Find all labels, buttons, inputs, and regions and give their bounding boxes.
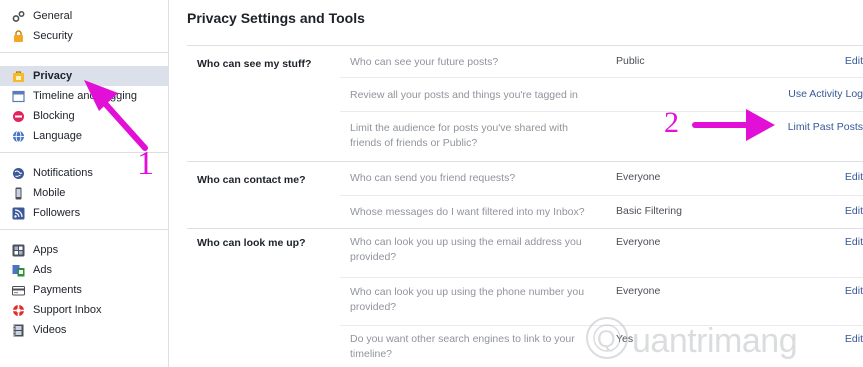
edit-link[interactable]: Edit <box>845 205 863 217</box>
settings-row[interactable]: Who can see your future posts? Public Ed… <box>340 46 863 77</box>
row-question: Limit the audience for posts you've shar… <box>350 122 568 149</box>
privacy-lock-icon <box>12 70 25 83</box>
section-label: Who can look me up? <box>197 237 306 249</box>
sidebar-item-mobile[interactable]: Mobile <box>0 183 168 203</box>
sidebar-group-apps: Apps Ads Payments Support Inbox Videos <box>0 230 168 346</box>
settings-row[interactable]: Who can send you friend requests? Everyo… <box>340 162 863 195</box>
section-label: Who can contact me? <box>197 174 306 186</box>
limit-past-posts-link[interactable]: Limit Past Posts <box>788 121 863 133</box>
sidebar-item-label: Security <box>33 30 73 42</box>
settings-row[interactable]: Who can look you up using the email addr… <box>340 229 863 277</box>
edit-link[interactable]: Edit <box>845 171 863 183</box>
film-icon <box>12 324 25 337</box>
watermark-text: uantrimang <box>632 322 797 360</box>
sidebar-group-privacy: Privacy Timeline and Tagging Blocking La… <box>0 53 168 153</box>
edit-link[interactable]: Edit <box>845 285 863 297</box>
section-label: Who can see my stuff? <box>197 58 312 70</box>
sidebar-item-support-inbox[interactable]: Support Inbox <box>0 300 168 320</box>
sidebar-item-label: General <box>33 10 73 22</box>
sidebar-item-label: Blocking <box>33 110 75 122</box>
watermark: Q uantrimang <box>580 300 863 367</box>
settings-row[interactable]: Review all your posts and things you're … <box>340 77 863 111</box>
watermark-mark: Q <box>597 326 616 353</box>
globe-notification-icon <box>12 167 25 180</box>
sidebar-item-privacy[interactable]: Privacy <box>0 66 168 86</box>
sidebar-item-label: Apps <box>33 244 59 256</box>
sidebar-item-blocking[interactable]: Blocking <box>0 106 168 126</box>
sidebar-item-label: Videos <box>33 324 67 336</box>
row-question: Who can see your future posts? <box>350 56 499 68</box>
block-icon <box>12 110 25 123</box>
timeline-icon <box>12 90 25 103</box>
sidebar-item-label: Notifications <box>33 167 93 179</box>
row-value: Everyone <box>616 171 661 183</box>
lifebuoy-icon <box>12 304 25 317</box>
settings-row[interactable]: Limit the audience for posts you've shar… <box>340 111 863 162</box>
page-title: Privacy Settings and Tools <box>187 10 365 26</box>
sidebar-item-apps[interactable]: Apps <box>0 240 168 260</box>
annotation-number-2: 2 <box>664 106 679 139</box>
sidebar-group-account: General Security <box>0 0 168 53</box>
row-value: Everyone <box>616 285 661 297</box>
card-icon <box>12 284 25 297</box>
sidebar-item-security[interactable]: Security <box>0 26 168 46</box>
row-question: Do you want other search engines to link… <box>350 333 575 360</box>
edit-link[interactable]: Edit <box>845 236 863 248</box>
row-question: Whose messages do I want filtered into m… <box>350 206 585 218</box>
row-value: Everyone <box>616 236 661 248</box>
annotation-number-1: 1 <box>137 145 154 182</box>
sidebar-item-label: Ads <box>33 264 52 276</box>
section-who-can-contact-me: Who can contact me? Who can send you fri… <box>187 161 863 228</box>
settings-sidebar: General Security Privacy Timeline and Ta… <box>0 0 169 367</box>
sidebar-item-label: Support Inbox <box>33 304 102 316</box>
edit-link[interactable]: Edit <box>845 55 863 67</box>
sidebar-item-label: Language <box>33 130 82 142</box>
rss-icon <box>12 207 25 220</box>
row-value: Basic Filtering <box>616 205 682 217</box>
row-question: Who can look you up using the email addr… <box>350 236 582 263</box>
sidebar-item-label: Timeline and Tagging <box>33 90 137 102</box>
sidebar-item-language[interactable]: Language <box>0 126 168 146</box>
row-question: Who can send you friend requests? <box>350 172 516 184</box>
sidebar-item-payments[interactable]: Payments <box>0 280 168 300</box>
sidebar-item-general[interactable]: General <box>0 6 168 26</box>
settings-row[interactable]: Whose messages do I want filtered into m… <box>340 195 863 229</box>
sidebar-item-label: Mobile <box>33 187 66 199</box>
mobile-icon <box>12 187 25 200</box>
row-value: Public <box>616 55 645 67</box>
shield-icon <box>12 29 25 43</box>
row-question: Review all your posts and things you're … <box>350 89 578 101</box>
sidebar-item-label: Followers <box>33 207 81 219</box>
use-activity-log-link[interactable]: Use Activity Log <box>788 88 863 100</box>
section-who-can-see-my-stuff: Who can see my stuff? Who can see your f… <box>187 45 863 161</box>
row-question: Who can look you up using the phone numb… <box>350 286 585 313</box>
sidebar-item-label: Privacy <box>33 70 73 82</box>
apps-icon <box>12 244 25 257</box>
sidebar-item-label: Payments <box>33 284 82 296</box>
gear-icon <box>12 10 25 23</box>
sidebar-item-ads[interactable]: Ads <box>0 260 168 280</box>
sidebar-item-timeline-and-tagging[interactable]: Timeline and Tagging <box>0 86 168 106</box>
ads-icon <box>12 264 25 277</box>
sidebar-item-followers[interactable]: Followers <box>0 203 168 223</box>
globe-icon <box>12 130 25 143</box>
sidebar-item-videos[interactable]: Videos <box>0 320 168 340</box>
